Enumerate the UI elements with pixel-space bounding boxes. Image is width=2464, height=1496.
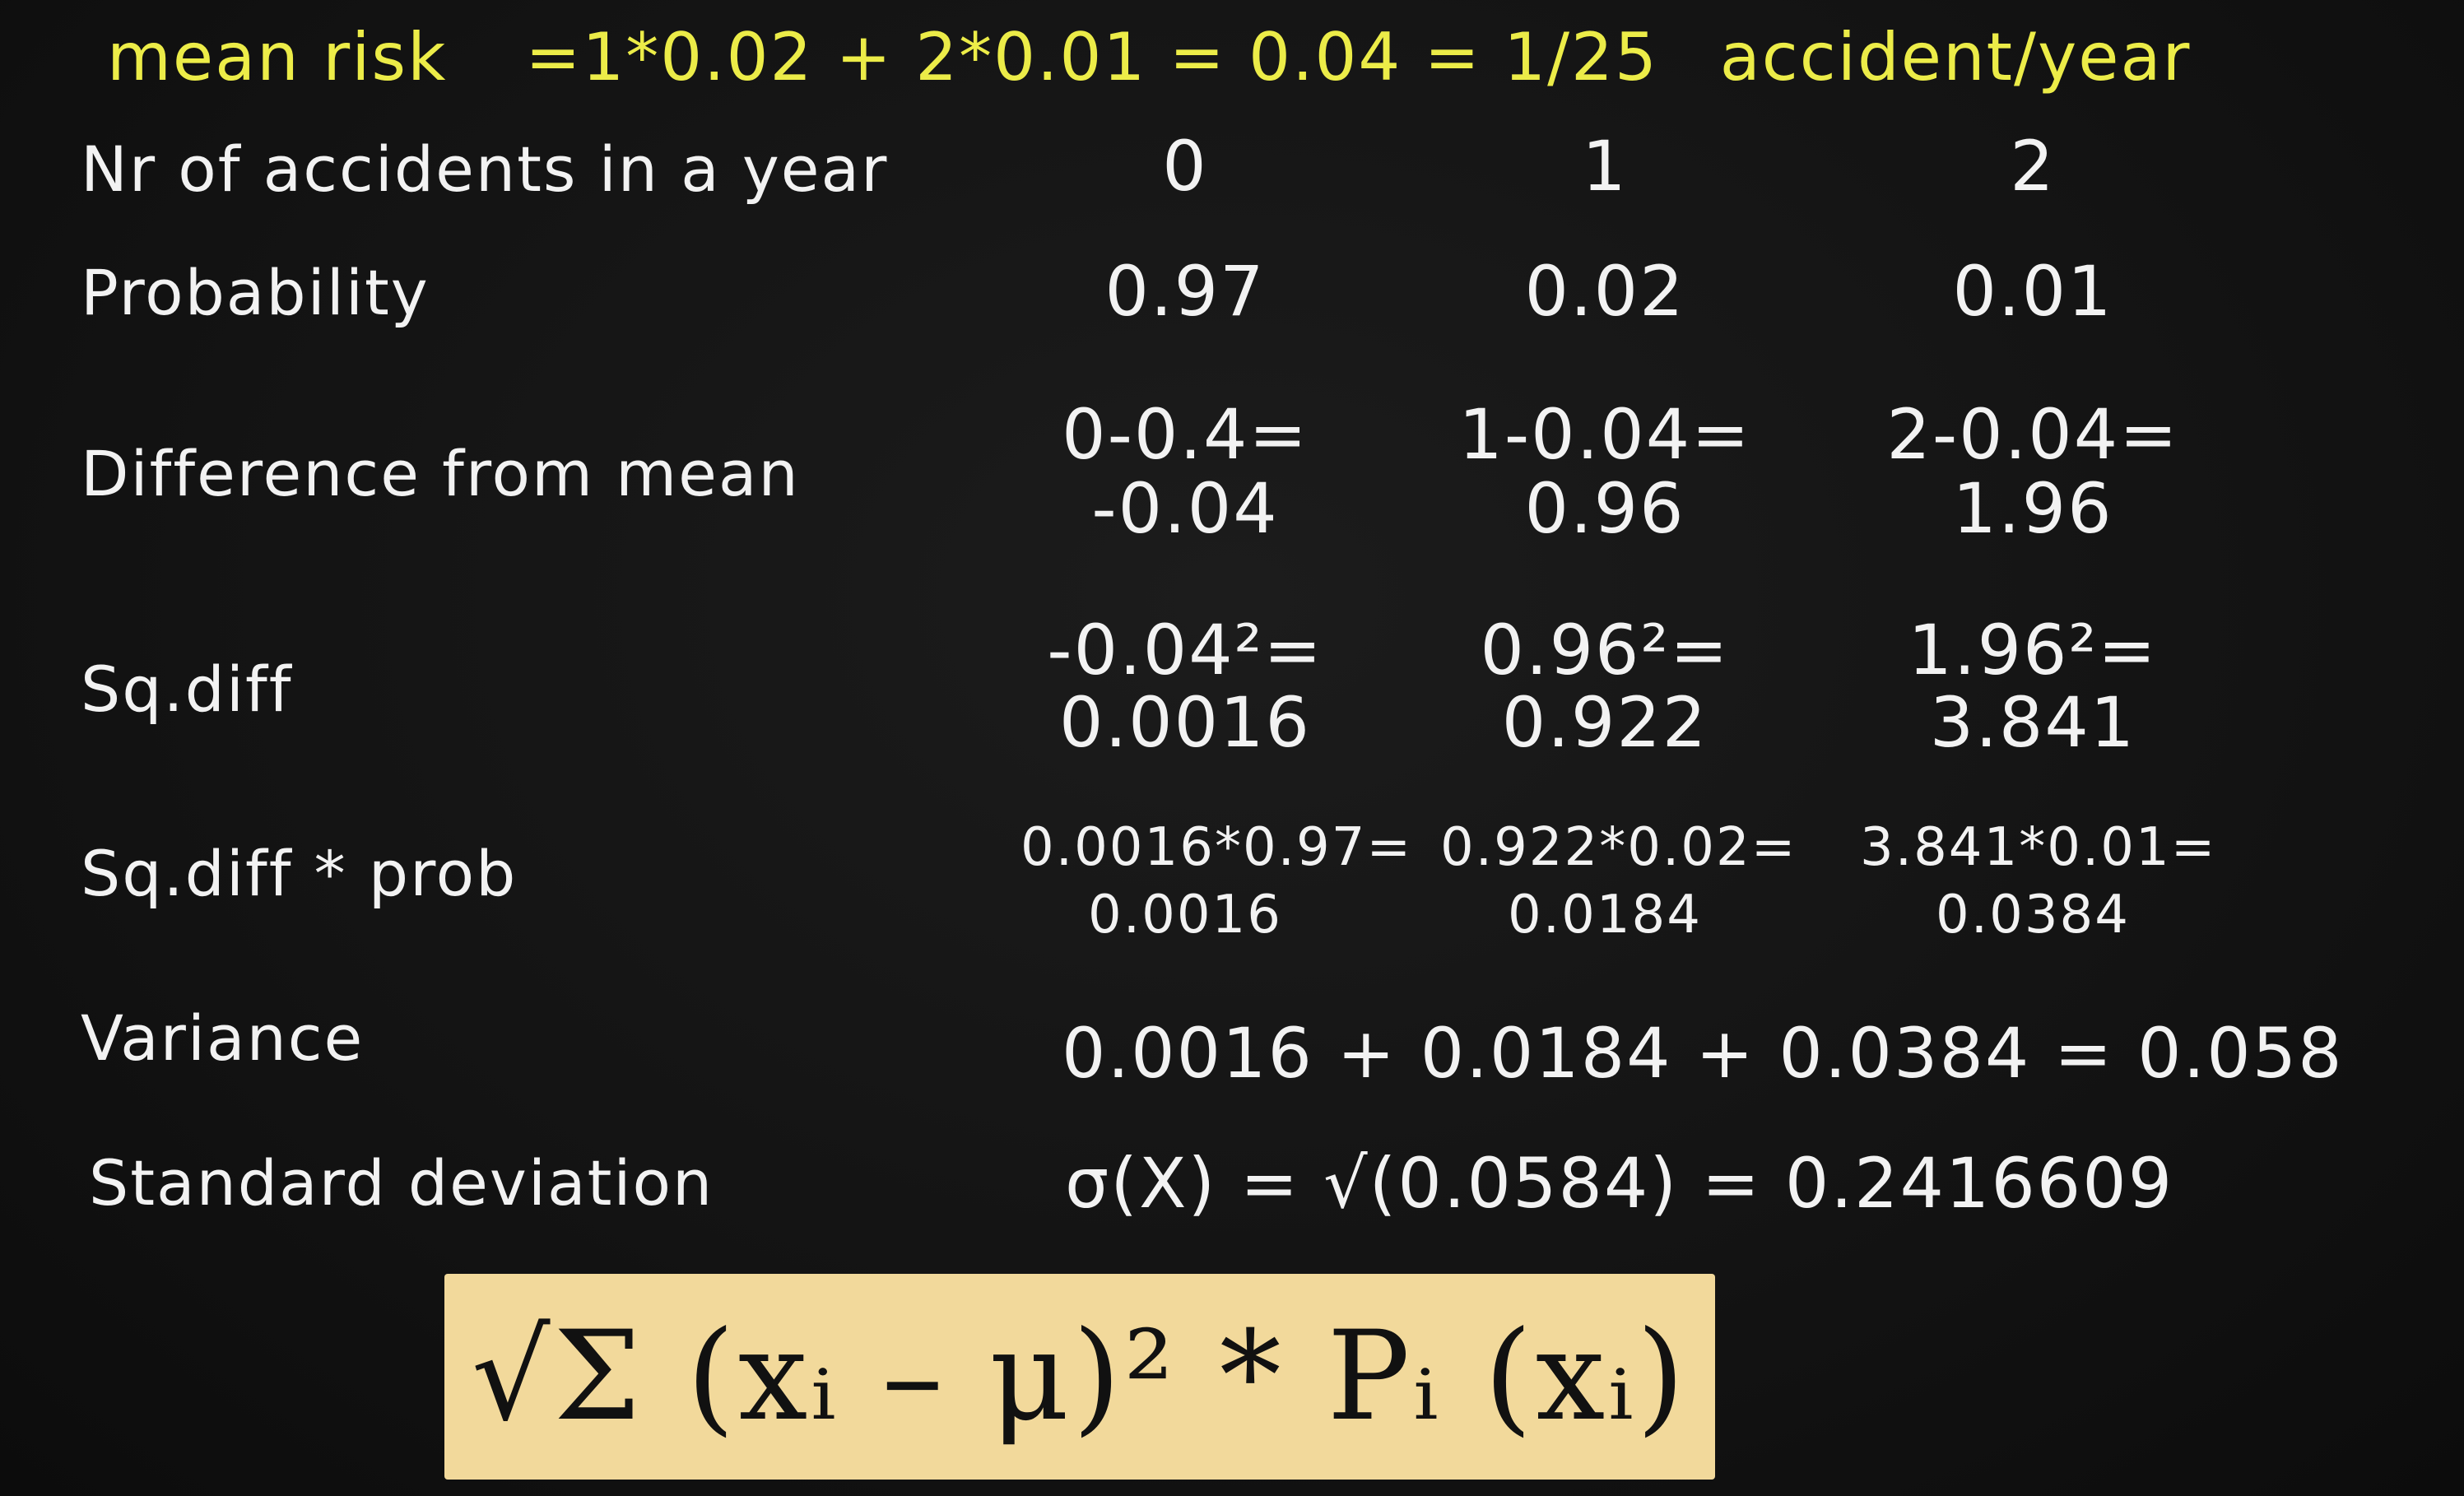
mean-risk-label: mean risk <box>107 19 448 95</box>
difference-result-1: 0.96 <box>1524 468 1685 549</box>
row-label-sq-diff-prob: Sq.diff * prob <box>81 837 518 910</box>
accidents-value-0: 0 <box>1162 126 1208 207</box>
std-dev-expression: σ(X) = √(0.0584) = 0.2416609 <box>1065 1143 2174 1224</box>
sq-diff-calc-0: -0.04²= <box>1047 610 1323 690</box>
variance-expression: 0.0016 + 0.0184 + 0.0384 = 0.058 <box>1062 1013 2344 1094</box>
difference-result-0: -0.04 <box>1091 468 1279 549</box>
mean-risk-formula: =1*0.02 + 2*0.01 = 0.04 = 1/25 <box>525 19 1658 95</box>
row-label-probability: Probability <box>81 256 430 329</box>
accidents-value-1: 1 <box>1582 126 1628 207</box>
row-label-std-dev: Standard deviation <box>89 1146 714 1220</box>
row-label-accidents: Nr of accidents in a year <box>81 132 889 206</box>
std-dev-formula: √Σ (xᵢ – μ)² * Pᵢ (xᵢ) <box>471 1305 1689 1448</box>
sq-diff-prob-result-1: 0.0184 <box>1508 885 1702 945</box>
sq-diff-result-0: 0.0016 <box>1059 682 1311 763</box>
probability-value-1: 0.02 <box>1524 251 1685 332</box>
difference-calc-1: 1-0.04= <box>1458 394 1751 475</box>
formula-box: √Σ (xᵢ – μ)² * Pᵢ (xᵢ) <box>444 1274 1715 1480</box>
mean-risk-line: mean risk =1*0.02 + 2*0.01 = 0.04 = 1/25… <box>107 25 2191 91</box>
probability-value-0: 0.97 <box>1104 251 1266 332</box>
sq-diff-calc-2: 1.96²= <box>1908 610 2158 690</box>
sq-diff-result-1: 0.922 <box>1501 682 1709 763</box>
sq-diff-prob-calc-2: 3.841*0.01= <box>1860 817 2217 878</box>
difference-calc-0: 0-0.4= <box>1062 394 1309 475</box>
difference-result-2: 1.96 <box>1952 468 2113 549</box>
row-label-variance: Variance <box>81 1001 365 1075</box>
row-label-sq-diff: Sq.diff <box>81 653 293 726</box>
accidents-value-2: 2 <box>2010 126 2056 207</box>
difference-calc-2: 2-0.04= <box>1886 394 2179 475</box>
mean-risk-unit: accident/year <box>1719 19 2192 95</box>
row-label-difference: Difference from mean <box>81 437 800 510</box>
sq-diff-result-2: 3.841 <box>1929 682 2136 763</box>
sq-diff-prob-calc-0: 0.0016*0.97= <box>1020 817 1413 878</box>
sq-diff-calc-1: 0.96²= <box>1480 610 1730 690</box>
chalkboard: mean risk =1*0.02 + 2*0.01 = 0.04 = 1/25… <box>0 0 2464 1496</box>
sq-diff-prob-result-2: 0.0384 <box>1936 885 2130 945</box>
probability-value-2: 0.01 <box>1952 251 2113 332</box>
sq-diff-prob-calc-1: 0.922*0.02= <box>1440 817 1797 878</box>
sq-diff-prob-result-0: 0.0016 <box>1088 885 1282 945</box>
